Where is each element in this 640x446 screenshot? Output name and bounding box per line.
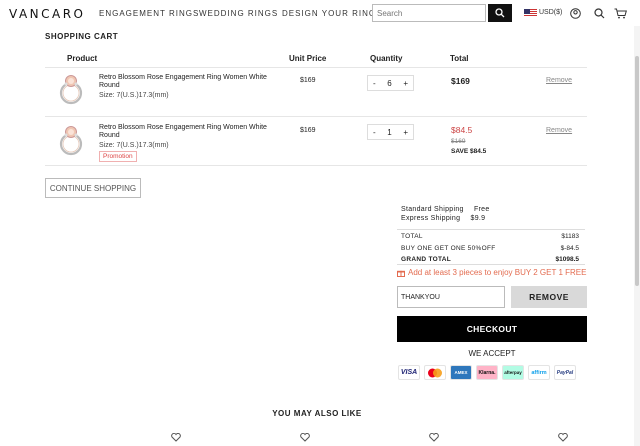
standard-shipping-label: Standard Shipping bbox=[401, 206, 464, 213]
search-button[interactable] bbox=[488, 4, 512, 22]
heart-icon[interactable] bbox=[558, 433, 568, 442]
shipping-option-express[interactable]: Express Shipping $9.9 bbox=[401, 215, 485, 222]
currency-selector[interactable]: USD($) bbox=[539, 9, 562, 16]
payment-methods: VISA AMEX Klarna. afterpay affirm PayPal bbox=[398, 365, 576, 380]
continue-shopping-button[interactable]: CONTINUE SHOPPING bbox=[45, 178, 141, 198]
bogo-label: BUY ONE GET ONE 50%OFF bbox=[401, 245, 496, 252]
col-unit-price: Unit Price bbox=[289, 54, 327, 63]
promo-message-text: Add at least 3 pieces to enjoy BUY 2 GET… bbox=[408, 268, 587, 277]
site-header: VANCARO ENGAGEMENT RINGS WEDDING RINGS D… bbox=[0, 0, 640, 26]
col-quantity: Quantity bbox=[370, 54, 403, 63]
remove-link[interactable]: Remove bbox=[546, 77, 572, 84]
remove-link[interactable]: Remove bbox=[546, 127, 572, 134]
scrollbar-thumb[interactable] bbox=[635, 56, 639, 286]
recommend-title: YOU MAY ALSO LIKE bbox=[272, 409, 362, 418]
promotion-badge: Promotion bbox=[99, 151, 137, 162]
shipping-option-standard[interactable]: Standard Shipping Free bbox=[401, 206, 490, 213]
paypal-icon: PayPal bbox=[554, 365, 576, 380]
qty-value[interactable]: 1 bbox=[387, 128, 391, 137]
divider bbox=[45, 116, 587, 117]
nav-design-your-ring[interactable]: DESIGN YOUR RING bbox=[282, 9, 376, 18]
line-total: $84.5 bbox=[451, 125, 473, 135]
nav-wedding-rings[interactable]: WEDDING RINGS bbox=[199, 9, 278, 18]
express-shipping-value: $9.9 bbox=[470, 215, 486, 222]
we-accept-label: WE ACCEPT bbox=[468, 349, 516, 358]
gift-icon bbox=[397, 270, 405, 277]
grand-total-label: GRAND TOTAL bbox=[401, 256, 451, 263]
original-price: $169 bbox=[451, 138, 466, 145]
bogo-value: $-84.5 bbox=[560, 245, 579, 252]
page-scrollbar[interactable] bbox=[634, 26, 640, 446]
divider bbox=[397, 229, 585, 230]
divider bbox=[45, 67, 587, 68]
divider bbox=[45, 165, 587, 166]
savings-label: SAVE $84.5 bbox=[451, 148, 487, 155]
qty-value[interactable]: 6 bbox=[387, 79, 391, 88]
remove-coupon-button[interactable]: REMOVE bbox=[511, 286, 587, 308]
heart-icon[interactable] bbox=[171, 433, 181, 442]
quantity-stepper: - 6 + bbox=[367, 75, 414, 91]
qty-plus-button[interactable]: + bbox=[403, 128, 408, 137]
logo[interactable]: VANCARO bbox=[9, 7, 86, 21]
cart-icon[interactable] bbox=[614, 8, 627, 19]
page-title: SHOPPING CART bbox=[45, 32, 119, 41]
grand-total-value: $1098.5 bbox=[555, 256, 580, 263]
heart-icon[interactable] bbox=[429, 433, 439, 442]
search-input[interactable] bbox=[372, 4, 486, 22]
express-shipping-label: Express Shipping bbox=[401, 215, 461, 222]
checkout-button[interactable]: CHECKOUT bbox=[397, 316, 587, 342]
qty-plus-button[interactable]: + bbox=[403, 79, 408, 88]
quantity-stepper: - 1 + bbox=[367, 124, 414, 140]
product-size: Size: 7(U.S.)17.3(mm) bbox=[99, 142, 169, 149]
klarna-icon: Klarna. bbox=[476, 365, 498, 380]
us-flag-icon[interactable] bbox=[524, 9, 537, 17]
user-icon[interactable] bbox=[570, 8, 581, 19]
search-icon bbox=[495, 8, 505, 18]
line-total: $169 bbox=[451, 76, 470, 86]
product-name[interactable]: Retro Blossom Rose Engagement Ring Women… bbox=[99, 124, 279, 140]
unit-price: $169 bbox=[300, 127, 316, 134]
amex-icon: AMEX bbox=[450, 365, 472, 380]
qty-minus-button[interactable]: - bbox=[373, 79, 376, 88]
promo-message: Add at least 3 pieces to enjoy BUY 2 GET… bbox=[397, 268, 586, 277]
afterpay-icon: afterpay bbox=[502, 365, 524, 380]
standard-shipping-value: Free bbox=[473, 206, 490, 213]
qty-minus-button[interactable]: - bbox=[373, 128, 376, 137]
nav-engagement-rings[interactable]: ENGAGEMENT RINGS bbox=[99, 9, 199, 18]
coupon-input[interactable] bbox=[397, 286, 505, 308]
unit-price: $169 bbox=[300, 77, 316, 84]
total-value: $1183 bbox=[561, 233, 579, 240]
affirm-icon: affirm bbox=[528, 365, 550, 380]
total-label: TOTAL bbox=[401, 233, 423, 240]
mastercard-icon bbox=[424, 365, 446, 380]
col-total: Total bbox=[450, 54, 469, 63]
heart-icon[interactable] bbox=[300, 433, 310, 442]
visa-icon: VISA bbox=[398, 365, 420, 380]
col-product: Product bbox=[67, 54, 98, 63]
product-image[interactable] bbox=[56, 73, 86, 105]
search-header-icon[interactable] bbox=[594, 8, 605, 19]
product-image[interactable] bbox=[56, 124, 86, 156]
divider bbox=[397, 264, 585, 265]
product-size: Size: 7(U.S.)17.3(mm) bbox=[99, 92, 169, 99]
product-name[interactable]: Retro Blossom Rose Engagement Ring Women… bbox=[99, 74, 279, 90]
